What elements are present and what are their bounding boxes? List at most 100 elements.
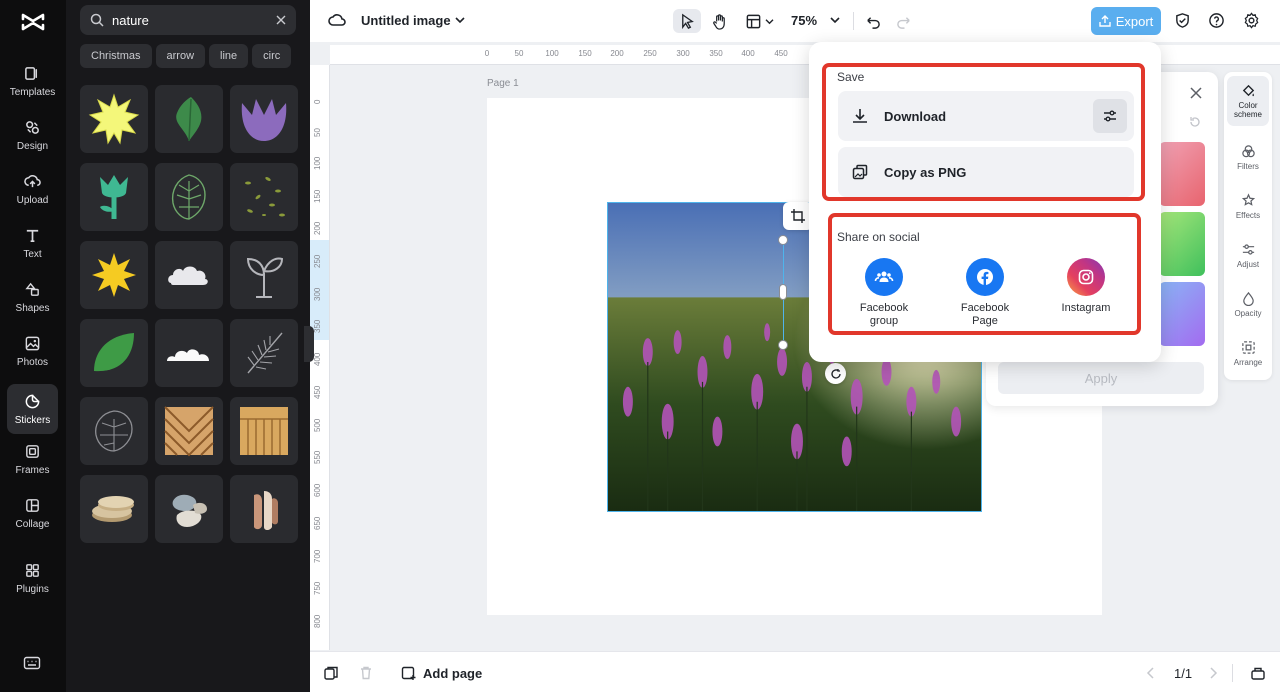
sticker-yellow-star[interactable]: [80, 85, 148, 153]
sticker-confetti-leaves[interactable]: [230, 163, 298, 231]
hand-tool-button[interactable]: [705, 9, 733, 33]
chevron-down-icon[interactable]: [455, 16, 465, 24]
duplicate-page-button[interactable]: [323, 664, 339, 682]
apply-button[interactable]: Apply: [998, 362, 1204, 394]
white-cloud-sticker: [167, 349, 209, 361]
redo-button[interactable]: [890, 9, 918, 33]
sticker-wood-planks[interactable]: [230, 397, 298, 465]
undo-button[interactable]: [858, 9, 886, 33]
cursor-icon: [681, 13, 694, 29]
bottom-bar: Add page 1/1: [310, 651, 1280, 692]
nav-text[interactable]: Text: [7, 218, 58, 268]
color-swatch[interactable]: [1159, 282, 1205, 346]
tool-arrange[interactable]: Arrange: [1227, 328, 1269, 378]
sticker-monstera-outline[interactable]: [155, 163, 223, 231]
tool-color-scheme[interactable]: Color scheme: [1227, 76, 1269, 126]
stickers-panel: nature Christmas arrow line circ: [66, 0, 310, 692]
sticker-sprout[interactable]: [230, 241, 298, 309]
document-title[interactable]: Untitled image: [361, 13, 451, 28]
nav-upload[interactable]: Upload: [7, 164, 58, 214]
nav-stickers[interactable]: Stickers: [7, 384, 58, 434]
nav-frames[interactable]: Frames: [7, 434, 58, 484]
tag-chip[interactable]: arrow: [155, 44, 206, 68]
nav-plugins[interactable]: Plugins: [7, 553, 58, 603]
select-tool-button[interactable]: [673, 9, 701, 33]
nav-photos[interactable]: Photos: [7, 326, 58, 376]
rotate-handle[interactable]: [825, 363, 846, 384]
sticker-paint-strokes[interactable]: [230, 475, 298, 543]
templates-icon: [25, 66, 38, 80]
sticker-teal-flower[interactable]: [80, 163, 148, 231]
sticker-fern-outline[interactable]: [230, 319, 298, 387]
sticker-monstera-dark[interactable]: [80, 397, 148, 465]
chevron-left-icon: [1146, 667, 1154, 679]
zoom-chevron-down-icon[interactable]: [830, 16, 840, 24]
tulip-sticker: [241, 99, 287, 141]
tool-adjust[interactable]: Adjust: [1227, 230, 1269, 280]
layout-menu-button[interactable]: [739, 9, 779, 33]
help-icon[interactable]: [1208, 12, 1225, 29]
tool-label: Color scheme: [1233, 101, 1262, 119]
ruler-tick: 100: [313, 156, 322, 170]
nav-collage[interactable]: Collage: [7, 488, 58, 538]
ruler-tick: 350: [709, 49, 723, 58]
cloud-save-icon[interactable]: [328, 12, 346, 28]
sticker-purple-tulip[interactable]: [230, 85, 298, 153]
sticker-green-leaf[interactable]: [155, 85, 223, 153]
resize-handle[interactable]: [779, 284, 787, 300]
big-leaf-sticker: [94, 333, 134, 372]
reset-icon[interactable]: [1189, 116, 1201, 128]
ruler-tick: 150: [578, 49, 592, 58]
frames-icon: [26, 444, 39, 458]
sticker-big-leaf[interactable]: [80, 319, 148, 387]
ruler-tick: 400: [313, 352, 322, 366]
sticker-wood-slices[interactable]: [80, 475, 148, 543]
nav-design[interactable]: Design: [7, 110, 58, 160]
nav-templates[interactable]: Templates: [7, 56, 58, 106]
nav-shapes[interactable]: Shapes: [7, 272, 58, 322]
capcut-logo[interactable]: [20, 10, 46, 34]
design-icon: [26, 120, 39, 134]
resize-handle[interactable]: [778, 235, 788, 245]
keyboard-icon[interactable]: [23, 655, 41, 671]
tag-chip[interactable]: circ: [252, 44, 292, 68]
top-bar: Untitled image 75% Export: [310, 0, 1280, 42]
wood-chevron-sticker: [164, 406, 214, 457]
next-page-button[interactable]: [1205, 664, 1221, 682]
sticker-white-cloud[interactable]: [155, 319, 223, 387]
sticker-stones[interactable]: [155, 475, 223, 543]
stickers-icon: [25, 394, 40, 408]
layout-icon: [746, 14, 760, 28]
prev-page-button[interactable]: [1143, 664, 1159, 682]
sticker-wood-chevron[interactable]: [155, 397, 223, 465]
tool-opacity[interactable]: Opacity: [1227, 279, 1269, 329]
adjust-icon: [1242, 243, 1254, 255]
close-icon[interactable]: [1189, 86, 1203, 100]
resize-handle[interactable]: [778, 340, 788, 350]
sticker-sun[interactable]: [80, 241, 148, 309]
nav-label: Text: [23, 248, 42, 260]
zoom-level[interactable]: 75%: [791, 13, 817, 28]
ruler-tick: 550: [313, 450, 322, 464]
color-swatch[interactable]: [1159, 142, 1205, 206]
pages-panel-button[interactable]: [1250, 664, 1266, 682]
color-swatch[interactable]: [1159, 212, 1205, 276]
tool-filters[interactable]: Filters: [1227, 132, 1269, 182]
tag-chip[interactable]: Christmas: [80, 44, 152, 68]
delete-page-button[interactable]: [358, 664, 374, 682]
shield-icon[interactable]: [1174, 12, 1191, 29]
tool-label: Opacity: [1234, 308, 1262, 318]
sticker-cloud[interactable]: [155, 241, 223, 309]
ruler-tick: 250: [643, 49, 657, 58]
settings-gear-icon[interactable]: [1243, 12, 1260, 29]
add-page-button[interactable]: Add page: [401, 664, 482, 682]
ruler-tick: 800: [313, 614, 322, 628]
tag-chip[interactable]: line: [209, 44, 249, 68]
clear-search-icon[interactable]: [276, 15, 286, 25]
sticker-search-input[interactable]: nature: [80, 5, 296, 35]
panel-collapse-handle[interactable]: [304, 326, 314, 362]
export-button[interactable]: Export: [1091, 7, 1161, 35]
leaf-sticker: [176, 97, 202, 142]
tool-effects[interactable]: Effects: [1227, 181, 1269, 231]
chevron-down-icon: [765, 18, 773, 24]
